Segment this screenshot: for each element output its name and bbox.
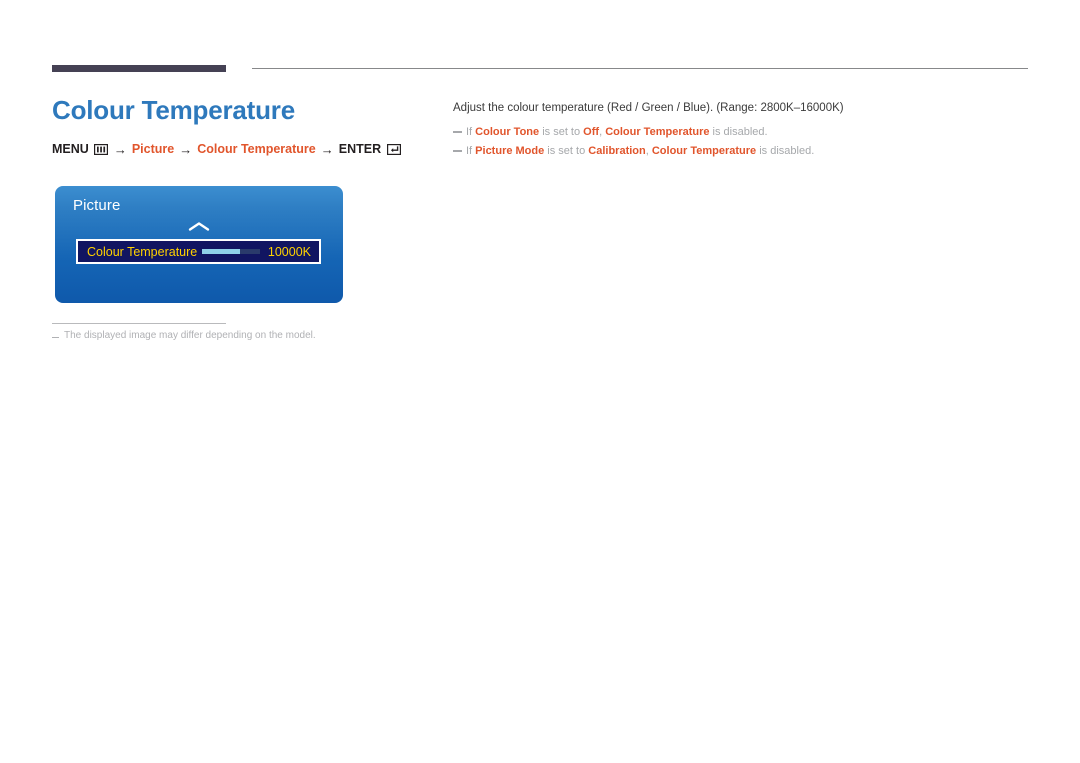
osd-row-value: 10000K xyxy=(267,244,311,259)
breadcrumb-item-colour-temperature[interactable]: Colour Temperature xyxy=(197,142,316,156)
image-note-text: The displayed image may differ depending… xyxy=(64,330,316,341)
menu-grid-icon xyxy=(93,143,109,155)
breadcrumb: MENU → Picture → Colour Temperature → EN… xyxy=(52,142,432,157)
header-accent-bar xyxy=(52,65,226,72)
breadcrumb-menu-label: MENU xyxy=(52,142,89,157)
colour-temperature-slider[interactable] xyxy=(201,249,260,254)
note-item: If Colour Tone is set to Off, Colour Tem… xyxy=(453,124,1033,141)
osd-panel: Picture Colour Temperature 10000K xyxy=(55,186,343,303)
breadcrumb-enter-label: ENTER xyxy=(338,142,382,157)
breadcrumb-item-picture[interactable]: Picture xyxy=(132,142,174,156)
note-dash-icon xyxy=(52,337,59,338)
image-note: The displayed image may differ depending… xyxy=(52,330,316,341)
osd-row-label: Colour Temperature xyxy=(87,244,198,259)
description-text: Adjust the colour temperature (Red / Gre… xyxy=(453,102,844,114)
note-item: If Picture Mode is set to Calibration, C… xyxy=(453,143,1033,160)
image-note-divider xyxy=(52,323,226,324)
breadcrumb-arrow: → xyxy=(320,141,334,157)
enter-key-icon xyxy=(386,143,402,155)
osd-row-control: 10000K xyxy=(201,244,311,259)
breadcrumb-arrow: → xyxy=(113,141,127,157)
left-column: Colour Temperature MENU → Picture → Colo… xyxy=(52,96,432,157)
breadcrumb-arrow: → xyxy=(179,141,193,157)
slider-fill xyxy=(201,249,241,254)
osd-row-colour-temperature[interactable]: Colour Temperature 10000K xyxy=(76,239,321,264)
note-text: If Picture Mode is set to Calibration, C… xyxy=(466,145,815,158)
osd-title: Picture xyxy=(73,197,121,214)
right-column: Adjust the colour temperature (Red / Gre… xyxy=(453,100,1033,163)
page-title: Colour Temperature xyxy=(52,95,295,125)
note-dash-icon xyxy=(453,130,462,133)
note-dash-icon xyxy=(453,150,462,153)
header-divider-line xyxy=(252,68,1028,69)
chevron-up-icon[interactable] xyxy=(55,219,343,237)
note-text: If Colour Tone is set to Off, Colour Tem… xyxy=(466,125,768,138)
